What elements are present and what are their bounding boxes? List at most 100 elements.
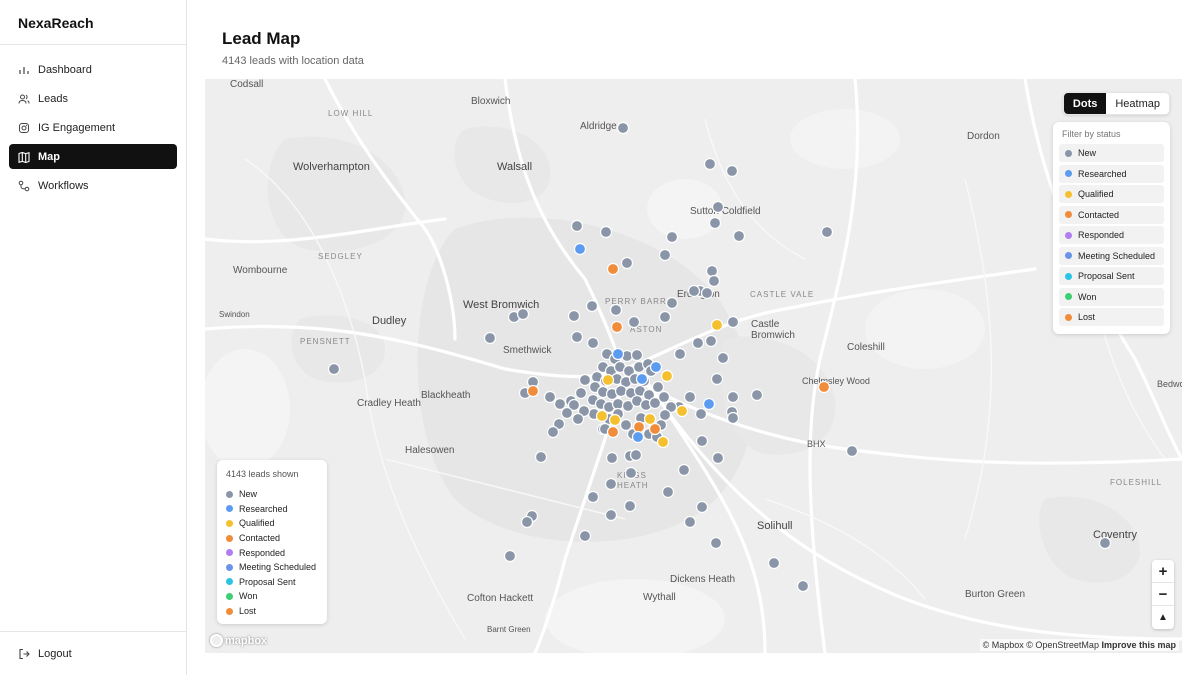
filter-item-proposal-sent[interactable]: Proposal Sent bbox=[1059, 267, 1164, 285]
status-dot bbox=[1065, 211, 1072, 218]
status-dot bbox=[1065, 252, 1072, 259]
filter-label: Lost bbox=[1078, 312, 1096, 322]
place-label: Castle Bromwich bbox=[751, 319, 795, 341]
place-label: LOW HILL bbox=[328, 109, 374, 118]
status-dot bbox=[226, 505, 233, 513]
legend-item: Researched bbox=[226, 502, 318, 517]
place-label: Walsall bbox=[497, 161, 533, 173]
filter-label: Researched bbox=[1078, 168, 1127, 179]
filter-item-contacted[interactable]: Contacted bbox=[1059, 205, 1164, 224]
app-name: NexaReach bbox=[0, 0, 186, 45]
sidebar-item-ig-engagement[interactable]: IG Engagement bbox=[9, 115, 177, 140]
legend-item: Proposal Sent bbox=[226, 575, 318, 590]
legend-item: Meeting Scheduled bbox=[226, 560, 318, 575]
heatmap-view-button[interactable]: Heatmap bbox=[1106, 93, 1169, 114]
place-label: West Bromwich bbox=[463, 299, 540, 311]
legend-label: Lost bbox=[239, 606, 257, 617]
place-label: Aldridge bbox=[580, 121, 617, 132]
instagram-icon bbox=[18, 122, 30, 134]
lead-map[interactable]: Codsall LOW HILL Bloxwich Aldridge Dordo… bbox=[205, 79, 1182, 653]
place-label: Chelmsley Wood bbox=[802, 376, 870, 386]
filter-item-researched[interactable]: Researched bbox=[1059, 164, 1164, 183]
sidebar: NexaReach Dashboard Leads IG Engagement bbox=[0, 0, 187, 675]
legend-count: 4143 leads shown bbox=[226, 469, 299, 479]
legend-label: Proposal Sent bbox=[239, 576, 296, 587]
place-label: Burton Green bbox=[965, 589, 1026, 600]
status-dot bbox=[1065, 293, 1072, 300]
status-dot bbox=[226, 592, 233, 600]
page-title: Lead Map bbox=[222, 29, 301, 48]
place-label: Sutton Coldfield bbox=[690, 206, 761, 217]
filter-label: Contacted bbox=[1078, 209, 1120, 220]
filter-item-won[interactable]: Won bbox=[1059, 287, 1164, 306]
filter-item-lost[interactable]: Lost bbox=[1059, 308, 1164, 326]
sidebar-item-map[interactable]: Map bbox=[9, 144, 177, 169]
view-toggle: Dots Heatmap bbox=[1062, 92, 1170, 115]
legend-item: Contacted bbox=[226, 531, 318, 546]
place-label: Dudley bbox=[372, 315, 407, 327]
filter-item-qualified[interactable]: Qualified bbox=[1059, 185, 1164, 203]
status-dot bbox=[1065, 190, 1072, 198]
app-root: NexaReach Dashboard Leads IG Engagement bbox=[0, 0, 1200, 675]
status-dot bbox=[1065, 313, 1072, 321]
filter-label: New bbox=[1078, 148, 1097, 158]
sidebar-item-label: Workflows bbox=[38, 179, 89, 192]
bar-chart-icon bbox=[18, 64, 30, 76]
zoom-controls: + − ▲ bbox=[1152, 560, 1174, 629]
place-label: Wythall bbox=[643, 592, 676, 603]
legend-item: Qualified bbox=[226, 516, 318, 531]
place-label: Bloxwich bbox=[471, 96, 511, 107]
status-dot bbox=[226, 607, 233, 615]
map-legend: 4143 leads shown New Researched Qualifie… bbox=[217, 460, 327, 625]
legend-label: Responded bbox=[239, 547, 286, 558]
zoom-in-button[interactable]: + bbox=[1152, 560, 1174, 583]
compass-button[interactable]: ▲ bbox=[1152, 606, 1174, 629]
place-label: ASTON bbox=[630, 325, 663, 334]
sidebar-nav: Dashboard Leads IG Engagement Map Workfl… bbox=[0, 45, 186, 198]
filter-item-new[interactable]: New bbox=[1059, 144, 1164, 162]
sidebar-item-leads[interactable]: Leads bbox=[9, 86, 177, 111]
place-label: Coventry bbox=[1093, 529, 1138, 541]
users-icon bbox=[18, 93, 30, 105]
logout-icon bbox=[18, 648, 30, 660]
improve-map-link[interactable]: Improve this map bbox=[1101, 640, 1176, 650]
status-dot bbox=[1065, 272, 1072, 280]
map-icon bbox=[18, 151, 30, 163]
legend-item: Responded bbox=[226, 545, 318, 560]
sidebar-item-label: Leads bbox=[38, 92, 68, 105]
sidebar-item-dashboard[interactable]: Dashboard bbox=[9, 57, 177, 82]
filter-title: Filter by status bbox=[1062, 129, 1121, 139]
sidebar-item-label: IG Engagement bbox=[38, 121, 116, 134]
place-label: Coleshill bbox=[847, 342, 885, 353]
attribution-text[interactable]: © Mapbox © OpenStreetMap bbox=[983, 640, 1099, 650]
place-label: Barnt Green bbox=[487, 625, 531, 634]
logout-button[interactable]: Logout bbox=[9, 641, 177, 666]
logout-label: Logout bbox=[38, 647, 72, 660]
filter-item-meeting-scheduled[interactable]: Meeting Scheduled bbox=[1059, 246, 1164, 265]
filter-item-responded[interactable]: Responded bbox=[1059, 226, 1164, 244]
filter-label: Responded bbox=[1078, 230, 1125, 240]
zoom-out-button[interactable]: − bbox=[1152, 583, 1174, 606]
mapbox-logo[interactable]: mapbox bbox=[210, 634, 267, 647]
mapbox-logo-icon bbox=[210, 634, 223, 647]
legend-item: Lost bbox=[226, 604, 318, 619]
legend-label: Researched bbox=[239, 503, 288, 514]
status-dot bbox=[226, 490, 233, 498]
legend-label: Meeting Scheduled bbox=[239, 562, 317, 573]
legend-label: Won bbox=[239, 591, 258, 602]
place-label: CASTLE VALE bbox=[750, 290, 815, 299]
place-label: Blackheath bbox=[421, 390, 471, 401]
page-header: Lead Map 4143 leads with location data bbox=[222, 29, 364, 67]
status-dot bbox=[226, 563, 233, 571]
sidebar-item-workflows[interactable]: Workflows bbox=[9, 173, 177, 198]
status-dot bbox=[226, 534, 233, 542]
place-label: BHX bbox=[807, 439, 826, 449]
place-label: Halesowen bbox=[405, 445, 455, 456]
legend-label: Contacted bbox=[239, 533, 281, 544]
workflow-icon bbox=[18, 180, 30, 192]
status-dot bbox=[1065, 149, 1072, 157]
place-label: PENSNETT bbox=[300, 337, 351, 346]
status-dot bbox=[226, 549, 233, 557]
sidebar-item-label: Dashboard bbox=[38, 63, 92, 76]
dots-view-button[interactable]: Dots bbox=[1063, 93, 1107, 114]
